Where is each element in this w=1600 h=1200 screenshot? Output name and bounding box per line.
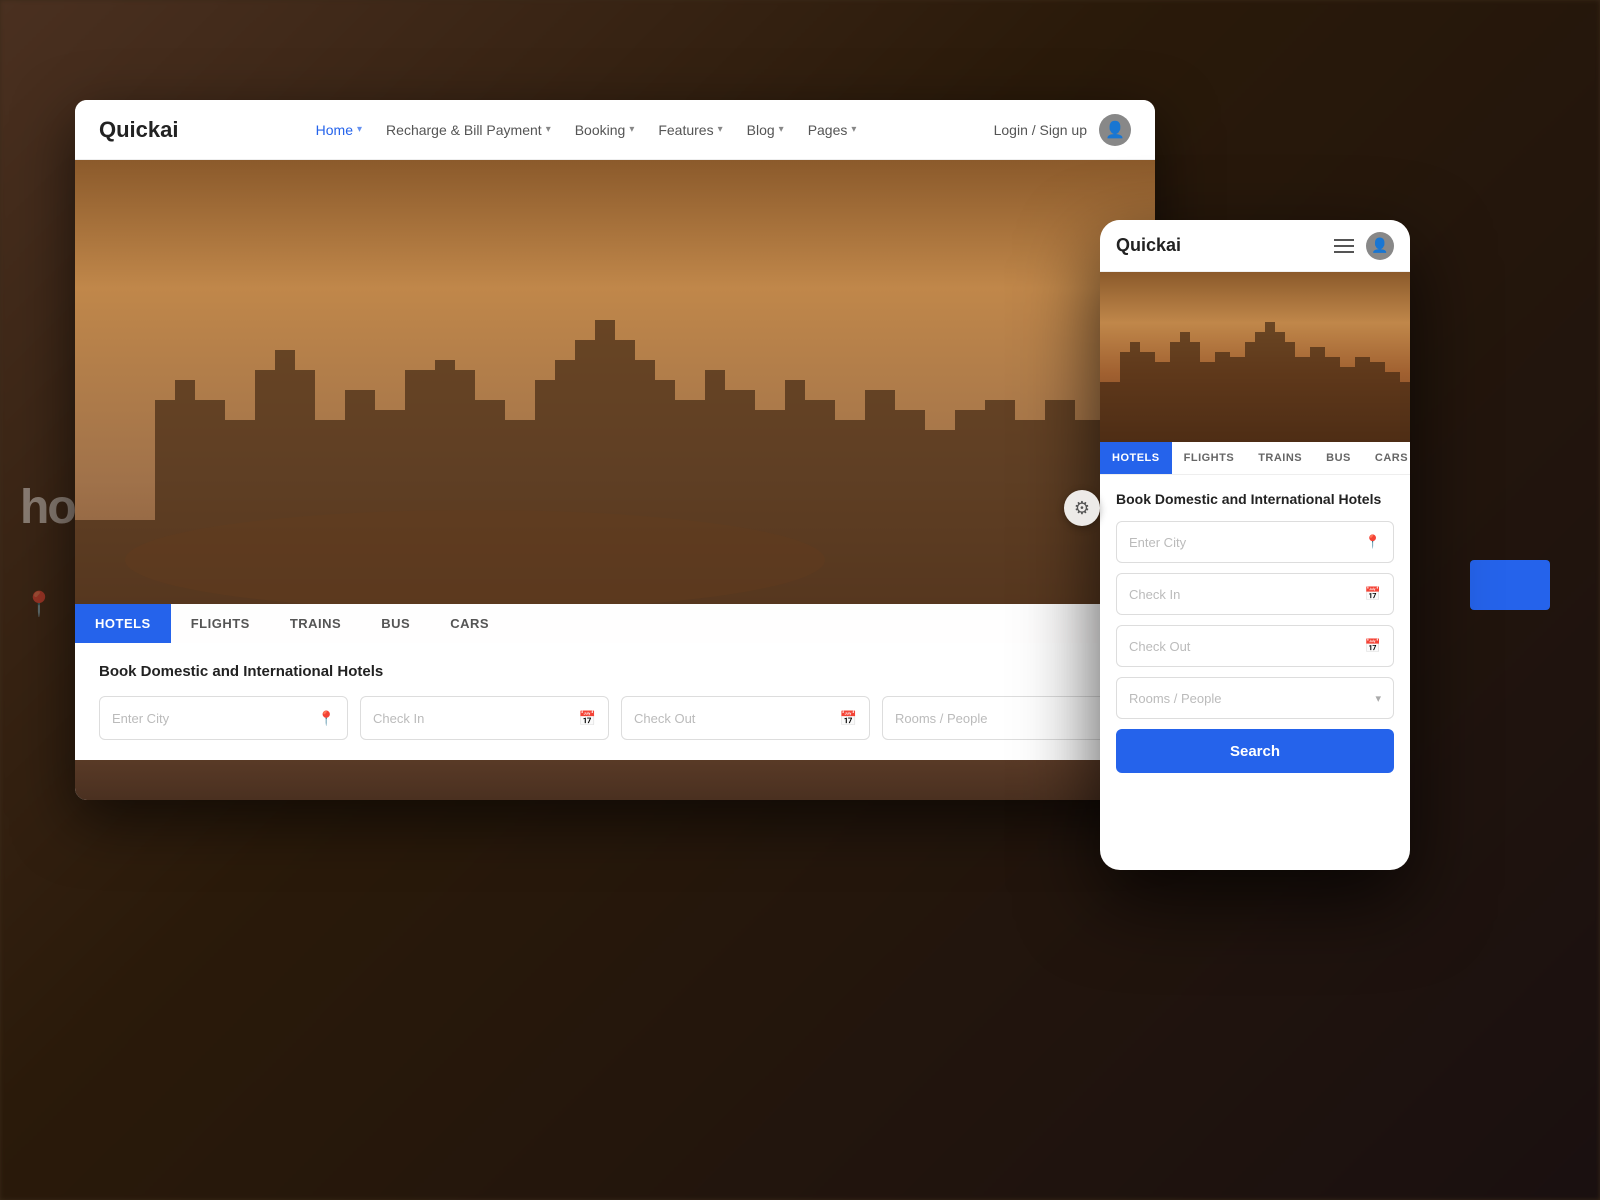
mobile-user-avatar[interactable]: 👤 <box>1366 232 1394 260</box>
mobile-header: Quickai 👤 <box>1100 220 1410 272</box>
mobile-tab-hotels[interactable]: HOTELS <box>1100 442 1172 474</box>
mobile-logo: Quickai <box>1116 235 1181 256</box>
rooms-field[interactable]: Rooms / People ▾ <box>882 696 1131 740</box>
mobile-tab-bus[interactable]: BUS <box>1314 442 1363 474</box>
nav-features[interactable]: Features ▾ <box>658 122 722 138</box>
mobile-user-icon: 👤 <box>1371 237 1388 254</box>
tab-trains[interactable]: TRAINS <box>270 604 361 643</box>
tab-cars[interactable]: CARS <box>430 604 509 643</box>
checkin-field[interactable]: Check In 📅 <box>360 696 609 740</box>
user-avatar[interactable]: 👤 <box>1099 114 1131 146</box>
recharge-chevron: ▾ <box>546 124 551 135</box>
mobile-checkout-calendar-icon: 📅 <box>1365 638 1381 654</box>
desktop-search-title: Book Domestic and International Hotels <box>99 663 1131 680</box>
mobile-checkout-field[interactable]: Check Out 📅 <box>1116 625 1394 667</box>
city-placeholder: Enter City <box>112 711 169 726</box>
desktop-tab-bar: HOTELS FLIGHTS TRAINS BUS CARS <box>75 604 1155 643</box>
mobile-tab-flights[interactable]: FLIGHTS <box>1172 442 1247 474</box>
checkout-calendar-icon: 📅 <box>840 710 857 727</box>
gear-icon[interactable]: ⚙ <box>1064 490 1100 526</box>
skyline-svg <box>75 320 1155 620</box>
mobile-tab-trains[interactable]: TRAINS <box>1246 442 1314 474</box>
left-pin-icon: 📍 <box>24 590 54 619</box>
pin-icon: 📍 <box>318 710 335 727</box>
desktop-nav: Home ▾ Recharge & Bill Payment ▾ Booking… <box>316 122 857 138</box>
mobile-checkin-calendar-icon: 📅 <box>1365 586 1381 602</box>
mobile-nav-icons: 👤 <box>1334 232 1394 260</box>
desktop-logo: Quickai <box>99 117 178 143</box>
desktop-header: Quickai Home ▾ Recharge & Bill Payment ▾… <box>75 100 1155 160</box>
nav-booking[interactable]: Booking ▾ <box>575 122 635 138</box>
tab-bus[interactable]: BUS <box>361 604 430 643</box>
desktop-search-box: HOTELS FLIGHTS TRAINS BUS CARS Book Dome… <box>75 604 1155 760</box>
nav-home[interactable]: Home ▾ <box>316 122 362 138</box>
city-field[interactable]: Enter City 📍 <box>99 696 348 740</box>
mobile-rooms-chevron-icon: ▾ <box>1375 692 1381 705</box>
login-button[interactable]: Login / Sign up <box>994 122 1087 138</box>
checkin-placeholder: Check In <box>373 711 424 726</box>
mobile-checkin-placeholder: Check In <box>1129 587 1180 602</box>
desktop-mockup: Quickai Home ▾ Recharge & Bill Payment ▾… <box>75 100 1155 800</box>
mobile-checkin-field[interactable]: Check In 📅 <box>1116 573 1394 615</box>
checkout-field[interactable]: Check Out 📅 <box>621 696 870 740</box>
hamburger-icon[interactable] <box>1334 239 1354 253</box>
home-chevron: ▾ <box>357 124 362 135</box>
mobile-mockup: Quickai 👤 HOTELS FLIGHTS TRAINS BUS CARS… <box>1100 220 1410 870</box>
mobile-pin-icon: 📍 <box>1365 534 1381 550</box>
checkin-calendar-icon: 📅 <box>579 710 596 727</box>
desktop-nav-right: Login / Sign up 👤 <box>994 114 1131 146</box>
mobile-rooms-field[interactable]: Rooms / People ▾ <box>1116 677 1394 719</box>
booking-chevron: ▾ <box>629 124 634 135</box>
mobile-search-title: Book Domestic and International Hotels <box>1116 491 1394 507</box>
tab-flights[interactable]: FLIGHTS <box>171 604 270 643</box>
mobile-tab-cars[interactable]: CARS <box>1363 442 1410 474</box>
mobile-tab-bar: HOTELS FLIGHTS TRAINS BUS CARS <box>1100 442 1410 475</box>
tab-hotels[interactable]: HOTELS <box>75 604 171 643</box>
nav-pages[interactable]: Pages ▾ <box>808 122 857 138</box>
nav-blog[interactable]: Blog ▾ <box>747 122 784 138</box>
right-blue-box <box>1470 560 1550 610</box>
checkout-placeholder: Check Out <box>634 711 695 726</box>
mobile-checkout-placeholder: Check Out <box>1129 639 1190 654</box>
desktop-search-fields: Enter City 📍 Check In 📅 Check Out 📅 Room… <box>99 696 1131 740</box>
mobile-hero <box>1100 272 1410 442</box>
pages-chevron: ▾ <box>851 124 856 135</box>
desktop-search-form: Book Domestic and International Hotels E… <box>75 643 1155 760</box>
features-chevron: ▾ <box>718 124 723 135</box>
mobile-skyline-svg <box>1100 322 1410 442</box>
mobile-search-area: Book Domestic and International Hotels E… <box>1100 475 1410 789</box>
user-icon: 👤 <box>1105 120 1125 140</box>
mobile-rooms-placeholder: Rooms / People <box>1129 691 1222 706</box>
rooms-placeholder: Rooms / People <box>895 711 988 726</box>
mobile-search-button[interactable]: Search <box>1116 729 1394 773</box>
mobile-city-field[interactable]: Enter City 📍 <box>1116 521 1394 563</box>
blog-chevron: ▾ <box>779 124 784 135</box>
nav-recharge[interactable]: Recharge & Bill Payment ▾ <box>386 122 551 138</box>
desktop-hero: HOTELS FLIGHTS TRAINS BUS CARS Book Dome… <box>75 160 1155 800</box>
mobile-city-placeholder: Enter City <box>1129 535 1186 550</box>
